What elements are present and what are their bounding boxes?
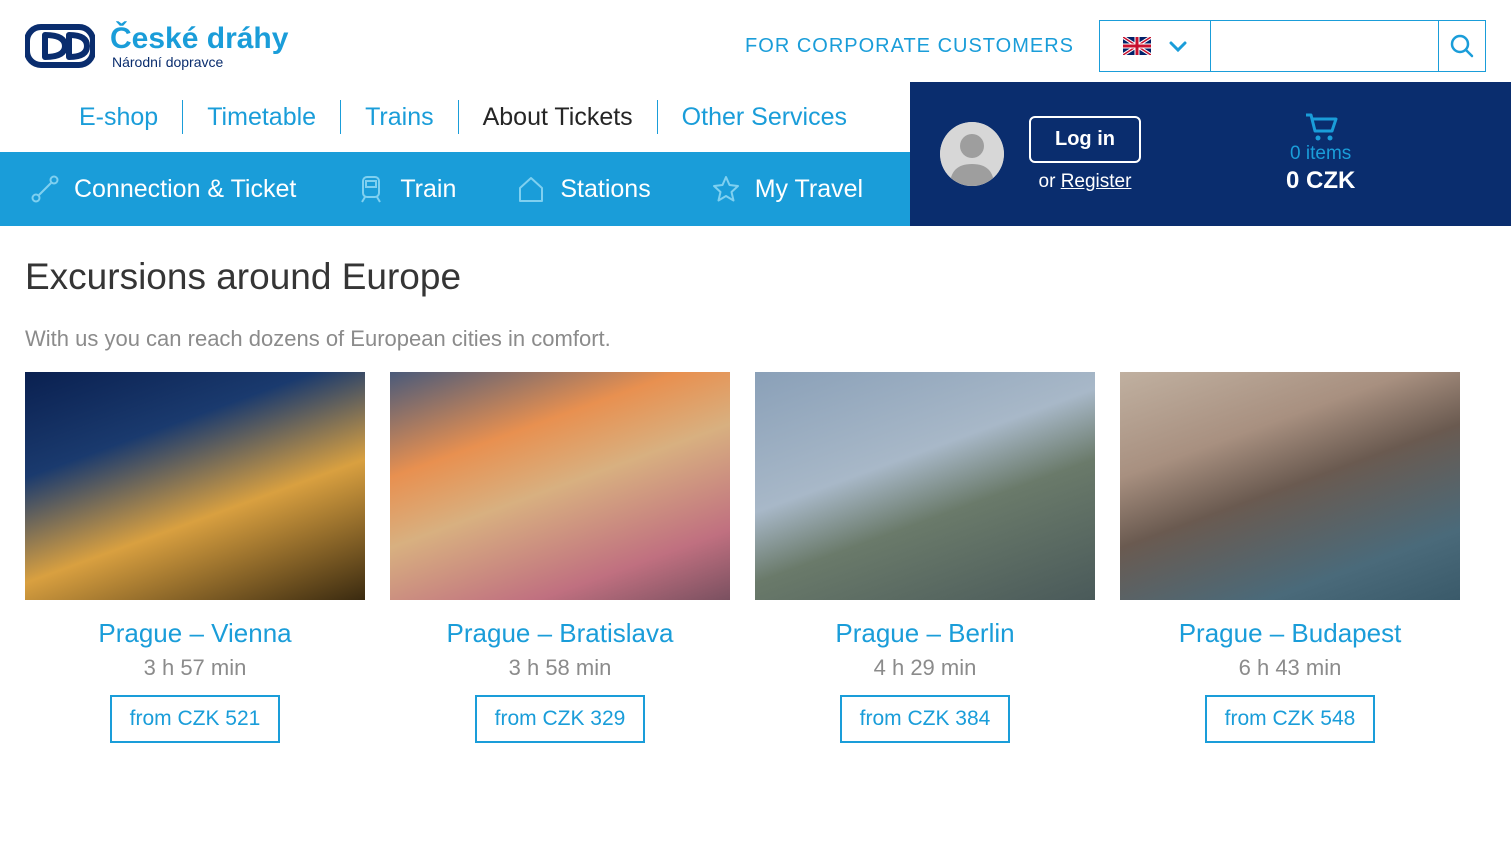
page-subtitle: With us you can reach dozens of European…	[25, 326, 1486, 352]
excursion-card: Prague – Berlin 4 h 29 min from CZK 384	[755, 372, 1095, 743]
excursion-route[interactable]: Prague – Budapest	[1179, 618, 1402, 649]
excursion-route[interactable]: Prague – Berlin	[835, 618, 1014, 649]
person-icon	[940, 122, 1004, 186]
route-icon	[30, 174, 60, 204]
subnav-label: Train	[400, 175, 456, 204]
subnav-label: Connection & Ticket	[74, 175, 296, 204]
subnav-train[interactable]: Train	[356, 174, 456, 204]
search-button[interactable]	[1438, 21, 1485, 71]
subnav-my-travel[interactable]: My Travel	[711, 174, 863, 204]
excursion-price-button[interactable]: from CZK 521	[110, 695, 281, 743]
excursion-duration: 3 h 57 min	[144, 655, 247, 681]
logo[interactable]: České dráhy Národní dopravce	[25, 21, 288, 71]
cart-items-count: 0 items	[1290, 143, 1351, 165]
page-title: Excursions around Europe	[25, 256, 1486, 298]
star-icon	[711, 174, 741, 204]
brand-name: České dráhy	[110, 22, 288, 56]
chevron-down-icon	[1169, 33, 1187, 59]
excursion-image[interactable]	[390, 372, 730, 600]
brand-tagline: Národní dopravce	[110, 54, 288, 70]
nav-timetable[interactable]: Timetable	[183, 103, 340, 132]
register-link[interactable]: Register	[1061, 171, 1132, 192]
excursion-image[interactable]	[1120, 372, 1460, 600]
excursion-price-button[interactable]: from CZK 548	[1205, 695, 1376, 743]
excursion-route[interactable]: Prague – Bratislava	[447, 618, 674, 649]
search-input[interactable]	[1211, 21, 1438, 71]
logo-icon	[25, 21, 95, 71]
train-icon	[356, 174, 386, 204]
subnav-label: Stations	[560, 175, 650, 204]
register-line: or Register	[1039, 171, 1132, 193]
nav-eshop[interactable]: E-shop	[55, 103, 182, 132]
cart-total: 0 CZK	[1286, 167, 1355, 195]
corporate-link[interactable]: FOR CORPORATE CUSTOMERS	[745, 35, 1074, 58]
excursion-duration: 4 h 29 min	[874, 655, 977, 681]
search-box	[1211, 20, 1486, 72]
cart[interactable]: 0 items 0 CZK	[1286, 113, 1355, 195]
nav-other-services[interactable]: Other Services	[658, 103, 871, 132]
subnav-stations[interactable]: Stations	[516, 174, 650, 204]
excursion-price-button[interactable]: from CZK 384	[840, 695, 1011, 743]
excursion-price-button[interactable]: from CZK 329	[475, 695, 646, 743]
language-selector[interactable]	[1099, 20, 1211, 72]
nav-about-tickets[interactable]: About Tickets	[459, 103, 657, 132]
nav-trains[interactable]: Trains	[341, 103, 458, 132]
excursion-image[interactable]	[755, 372, 1095, 600]
flag-gb-icon	[1123, 37, 1151, 55]
search-icon	[1449, 33, 1475, 59]
cart-icon	[1304, 113, 1338, 141]
subnav-label: My Travel	[755, 175, 863, 204]
excursion-card: Prague – Vienna 3 h 57 min from CZK 521	[25, 372, 365, 743]
excursion-card: Prague – Bratislava 3 h 58 min from CZK …	[390, 372, 730, 743]
avatar[interactable]	[940, 122, 1004, 186]
login-button[interactable]: Log in	[1029, 116, 1141, 163]
home-icon	[516, 174, 546, 204]
excursion-duration: 3 h 58 min	[509, 655, 612, 681]
excursion-image[interactable]	[25, 372, 365, 600]
excursion-card: Prague – Budapest 6 h 43 min from CZK 54…	[1120, 372, 1460, 743]
excursion-route[interactable]: Prague – Vienna	[98, 618, 291, 649]
subnav-connection-ticket[interactable]: Connection & Ticket	[30, 174, 296, 204]
excursion-duration: 6 h 43 min	[1239, 655, 1342, 681]
